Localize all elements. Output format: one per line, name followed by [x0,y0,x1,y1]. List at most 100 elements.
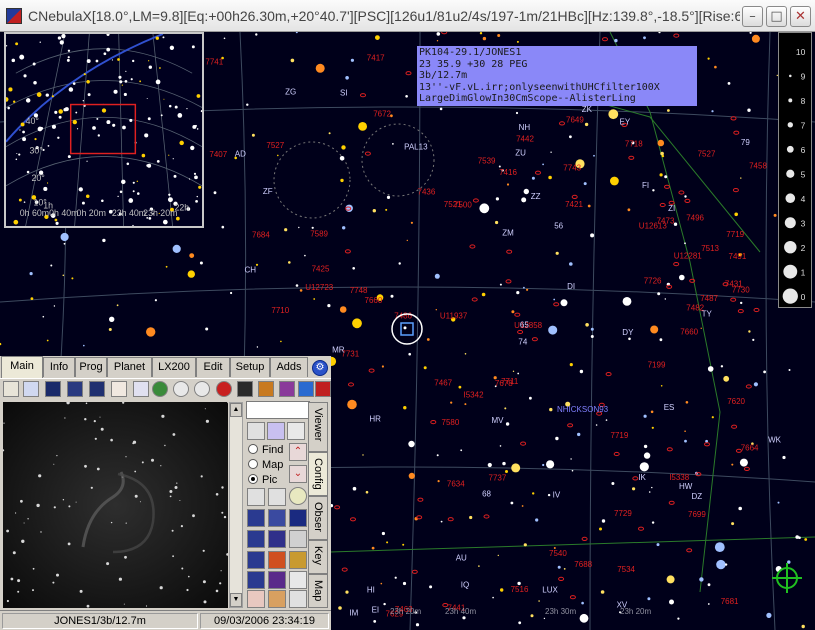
star[interactable] [328,132,331,135]
star[interactable] [365,490,369,494]
star[interactable] [583,182,587,186]
star[interactable] [338,606,342,610]
star[interactable] [584,122,589,127]
star[interactable] [71,277,74,280]
star[interactable] [339,156,345,161]
star[interactable] [766,612,772,619]
star[interactable] [345,590,349,594]
star[interactable] [548,325,558,335]
radio-pic[interactable]: Pic [248,474,277,486]
rotate-icon[interactable] [268,590,286,608]
star[interactable] [499,283,502,286]
star[interactable] [479,203,490,214]
star[interactable] [327,304,331,308]
star[interactable] [699,577,704,582]
star[interactable] [666,575,675,584]
star[interactable] [711,110,714,113]
nebula-icon[interactable] [268,571,286,589]
star[interactable] [659,173,663,177]
star[interactable] [390,294,394,298]
star[interactable] [590,335,594,338]
star[interactable] [29,272,33,276]
star[interactable] [62,274,65,277]
star[interactable] [622,297,632,306]
star[interactable] [345,204,353,212]
star[interactable] [657,292,661,296]
star[interactable] [590,233,595,238]
tab-adds[interactable]: Adds [270,357,308,377]
star[interactable] [657,139,665,147]
star[interactable] [548,175,552,180]
star[interactable] [83,344,85,347]
pin-icon[interactable] [3,381,19,397]
star[interactable] [189,253,195,258]
star[interactable] [643,36,646,40]
star[interactable] [532,492,535,495]
star[interactable] [731,522,735,526]
star[interactable] [611,482,615,485]
overlay-icon[interactable] [247,530,265,548]
star[interactable] [172,244,181,253]
star[interactable] [502,461,506,466]
star[interactable] [352,318,362,329]
star[interactable] [608,109,619,120]
grid-button-1[interactable] [247,488,265,506]
star[interactable] [380,582,383,585]
star[interactable] [358,122,367,131]
star[interactable] [684,195,687,198]
minimize-button[interactable]: – [742,6,763,27]
image-scrollbar[interactable]: ▲ ▼ [229,402,243,608]
star[interactable] [63,242,66,245]
star[interactable] [739,458,748,467]
scope-icon[interactable] [268,551,286,569]
star[interactable] [304,254,306,257]
star[interactable] [581,601,584,605]
star[interactable] [50,264,53,267]
settings-icon[interactable]: ⚙ [312,360,328,376]
tab-planet[interactable]: Planet [107,357,152,377]
star[interactable] [714,542,725,552]
star[interactable] [684,430,686,433]
star[interactable] [187,270,195,278]
star[interactable] [352,267,356,270]
tab-lx200[interactable]: LX200 [152,357,196,377]
star[interactable] [711,416,714,419]
star[interactable] [108,328,112,331]
star[interactable] [213,191,217,195]
chart-icon[interactable] [67,381,83,397]
star[interactable] [313,298,316,300]
star[interactable] [255,263,259,266]
star[interactable] [469,515,473,520]
star[interactable] [542,463,545,467]
star[interactable] [460,449,463,452]
star[interactable] [600,590,605,594]
star[interactable] [553,298,556,301]
star[interactable] [535,518,539,522]
star[interactable] [511,463,521,473]
face-icon[interactable] [133,381,149,397]
star[interactable] [643,444,648,449]
page-icon[interactable] [267,422,285,440]
star[interactable] [280,340,282,343]
star[interactable] [458,385,462,389]
star[interactable] [667,109,670,112]
star[interactable] [299,289,303,292]
star[interactable] [526,288,529,291]
vtab-viewer[interactable]: Viewer [308,402,328,452]
star[interactable] [497,554,499,557]
star[interactable] [60,232,69,242]
star[interactable] [436,454,439,457]
star[interactable] [315,63,325,73]
star[interactable] [406,239,408,242]
star[interactable] [515,111,519,115]
printer-icon[interactable] [247,422,265,440]
star[interactable] [30,297,34,300]
table-icon[interactable] [289,530,307,548]
star[interactable] [518,621,522,625]
star[interactable] [734,212,738,217]
star[interactable] [777,501,780,504]
star[interactable] [46,339,49,342]
star[interactable] [298,226,300,229]
star[interactable] [593,154,595,157]
star[interactable] [570,458,572,460]
